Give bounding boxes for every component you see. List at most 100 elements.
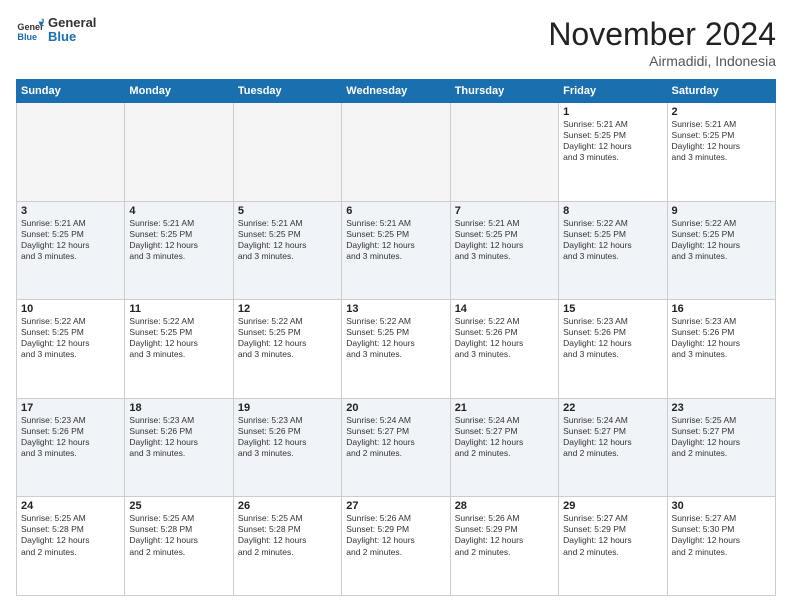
day-number: 28: [455, 500, 554, 512]
day-info: Sunrise: 5:24 AMSunset: 5:27 PMDaylight:…: [563, 415, 662, 459]
day-info: Sunrise: 5:23 AMSunset: 5:26 PMDaylight:…: [21, 415, 120, 459]
calendar-cell: [233, 103, 341, 202]
day-number: 25: [129, 500, 228, 512]
day-info: Sunrise: 5:23 AMSunset: 5:26 PMDaylight:…: [672, 316, 771, 360]
day-number: 17: [21, 402, 120, 414]
day-info: Sunrise: 5:25 AMSunset: 5:28 PMDaylight:…: [21, 513, 120, 557]
day-number: 26: [238, 500, 337, 512]
weekday-sunday: Sunday: [17, 80, 125, 103]
weekday-thursday: Thursday: [450, 80, 558, 103]
calendar-cell: 5Sunrise: 5:21 AMSunset: 5:25 PMDaylight…: [233, 201, 341, 300]
day-number: 18: [129, 402, 228, 414]
day-info: Sunrise: 5:22 AMSunset: 5:25 PMDaylight:…: [563, 218, 662, 262]
month-title: November 2024: [548, 16, 776, 53]
day-info: Sunrise: 5:22 AMSunset: 5:25 PMDaylight:…: [21, 316, 120, 360]
day-number: 23: [672, 402, 771, 414]
calendar-cell: 24Sunrise: 5:25 AMSunset: 5:28 PMDayligh…: [17, 497, 125, 596]
calendar-cell: 29Sunrise: 5:27 AMSunset: 5:29 PMDayligh…: [559, 497, 667, 596]
day-number: 24: [21, 500, 120, 512]
weekday-saturday: Saturday: [667, 80, 775, 103]
calendar-cell: [125, 103, 233, 202]
week-row-1: 1Sunrise: 5:21 AMSunset: 5:25 PMDaylight…: [17, 103, 776, 202]
day-info: Sunrise: 5:24 AMSunset: 5:27 PMDaylight:…: [455, 415, 554, 459]
calendar-cell: 9Sunrise: 5:22 AMSunset: 5:25 PMDaylight…: [667, 201, 775, 300]
day-number: 11: [129, 303, 228, 315]
weekday-tuesday: Tuesday: [233, 80, 341, 103]
weekday-wednesday: Wednesday: [342, 80, 450, 103]
day-number: 29: [563, 500, 662, 512]
header: General Blue General Blue November 2024 …: [16, 16, 776, 69]
day-number: 6: [346, 205, 445, 217]
week-row-2: 3Sunrise: 5:21 AMSunset: 5:25 PMDaylight…: [17, 201, 776, 300]
day-info: Sunrise: 5:26 AMSunset: 5:29 PMDaylight:…: [455, 513, 554, 557]
day-info: Sunrise: 5:21 AMSunset: 5:25 PMDaylight:…: [563, 119, 662, 163]
calendar-cell: 28Sunrise: 5:26 AMSunset: 5:29 PMDayligh…: [450, 497, 558, 596]
calendar-cell: 19Sunrise: 5:23 AMSunset: 5:26 PMDayligh…: [233, 398, 341, 497]
svg-text:Blue: Blue: [17, 32, 37, 42]
day-info: Sunrise: 5:27 AMSunset: 5:29 PMDaylight:…: [563, 513, 662, 557]
weekday-header-row: SundayMondayTuesdayWednesdayThursdayFrid…: [17, 80, 776, 103]
day-info: Sunrise: 5:21 AMSunset: 5:25 PMDaylight:…: [672, 119, 771, 163]
day-info: Sunrise: 5:22 AMSunset: 5:25 PMDaylight:…: [129, 316, 228, 360]
day-number: 9: [672, 205, 771, 217]
day-number: 10: [21, 303, 120, 315]
day-number: 12: [238, 303, 337, 315]
calendar-cell: [342, 103, 450, 202]
calendar-cell: 11Sunrise: 5:22 AMSunset: 5:25 PMDayligh…: [125, 300, 233, 399]
calendar-cell: 30Sunrise: 5:27 AMSunset: 5:30 PMDayligh…: [667, 497, 775, 596]
day-number: 4: [129, 205, 228, 217]
day-number: 27: [346, 500, 445, 512]
day-number: 13: [346, 303, 445, 315]
calendar-cell: 6Sunrise: 5:21 AMSunset: 5:25 PMDaylight…: [342, 201, 450, 300]
day-info: Sunrise: 5:22 AMSunset: 5:25 PMDaylight:…: [346, 316, 445, 360]
day-info: Sunrise: 5:21 AMSunset: 5:25 PMDaylight:…: [455, 218, 554, 262]
week-row-3: 10Sunrise: 5:22 AMSunset: 5:25 PMDayligh…: [17, 300, 776, 399]
day-info: Sunrise: 5:21 AMSunset: 5:25 PMDaylight:…: [129, 218, 228, 262]
day-number: 8: [563, 205, 662, 217]
calendar-cell: 10Sunrise: 5:22 AMSunset: 5:25 PMDayligh…: [17, 300, 125, 399]
calendar-cell: 7Sunrise: 5:21 AMSunset: 5:25 PMDaylight…: [450, 201, 558, 300]
day-number: 7: [455, 205, 554, 217]
week-row-5: 24Sunrise: 5:25 AMSunset: 5:28 PMDayligh…: [17, 497, 776, 596]
day-info: Sunrise: 5:21 AMSunset: 5:25 PMDaylight:…: [346, 218, 445, 262]
day-info: Sunrise: 5:22 AMSunset: 5:25 PMDaylight:…: [672, 218, 771, 262]
day-info: Sunrise: 5:21 AMSunset: 5:25 PMDaylight:…: [21, 218, 120, 262]
day-info: Sunrise: 5:24 AMSunset: 5:27 PMDaylight:…: [346, 415, 445, 459]
day-number: 15: [563, 303, 662, 315]
day-number: 21: [455, 402, 554, 414]
day-number: 22: [563, 402, 662, 414]
calendar-cell: 23Sunrise: 5:25 AMSunset: 5:27 PMDayligh…: [667, 398, 775, 497]
day-number: 30: [672, 500, 771, 512]
calendar-cell: 15Sunrise: 5:23 AMSunset: 5:26 PMDayligh…: [559, 300, 667, 399]
day-info: Sunrise: 5:25 AMSunset: 5:28 PMDaylight:…: [129, 513, 228, 557]
calendar-cell: 22Sunrise: 5:24 AMSunset: 5:27 PMDayligh…: [559, 398, 667, 497]
day-number: 16: [672, 303, 771, 315]
day-info: Sunrise: 5:23 AMSunset: 5:26 PMDaylight:…: [563, 316, 662, 360]
day-number: 3: [21, 205, 120, 217]
calendar-cell: 4Sunrise: 5:21 AMSunset: 5:25 PMDaylight…: [125, 201, 233, 300]
day-number: 14: [455, 303, 554, 315]
calendar-cell: 26Sunrise: 5:25 AMSunset: 5:28 PMDayligh…: [233, 497, 341, 596]
calendar-cell: 25Sunrise: 5:25 AMSunset: 5:28 PMDayligh…: [125, 497, 233, 596]
calendar-cell: 27Sunrise: 5:26 AMSunset: 5:29 PMDayligh…: [342, 497, 450, 596]
day-info: Sunrise: 5:25 AMSunset: 5:27 PMDaylight:…: [672, 415, 771, 459]
day-info: Sunrise: 5:22 AMSunset: 5:26 PMDaylight:…: [455, 316, 554, 360]
day-number: 1: [563, 106, 662, 118]
location: Airmadidi, Indonesia: [548, 53, 776, 69]
calendar-cell: 16Sunrise: 5:23 AMSunset: 5:26 PMDayligh…: [667, 300, 775, 399]
day-number: 5: [238, 205, 337, 217]
calendar-cell: 3Sunrise: 5:21 AMSunset: 5:25 PMDaylight…: [17, 201, 125, 300]
title-block: November 2024 Airmadidi, Indonesia: [548, 16, 776, 69]
day-info: Sunrise: 5:25 AMSunset: 5:28 PMDaylight:…: [238, 513, 337, 557]
day-number: 2: [672, 106, 771, 118]
week-row-4: 17Sunrise: 5:23 AMSunset: 5:26 PMDayligh…: [17, 398, 776, 497]
logo: General Blue General Blue: [16, 16, 96, 45]
calendar-cell: 2Sunrise: 5:21 AMSunset: 5:25 PMDaylight…: [667, 103, 775, 202]
calendar-cell: 14Sunrise: 5:22 AMSunset: 5:26 PMDayligh…: [450, 300, 558, 399]
day-info: Sunrise: 5:27 AMSunset: 5:30 PMDaylight:…: [672, 513, 771, 557]
calendar-cell: 1Sunrise: 5:21 AMSunset: 5:25 PMDaylight…: [559, 103, 667, 202]
logo-icon: General Blue: [16, 16, 44, 44]
calendar-cell: 13Sunrise: 5:22 AMSunset: 5:25 PMDayligh…: [342, 300, 450, 399]
day-info: Sunrise: 5:26 AMSunset: 5:29 PMDaylight:…: [346, 513, 445, 557]
day-info: Sunrise: 5:21 AMSunset: 5:25 PMDaylight:…: [238, 218, 337, 262]
